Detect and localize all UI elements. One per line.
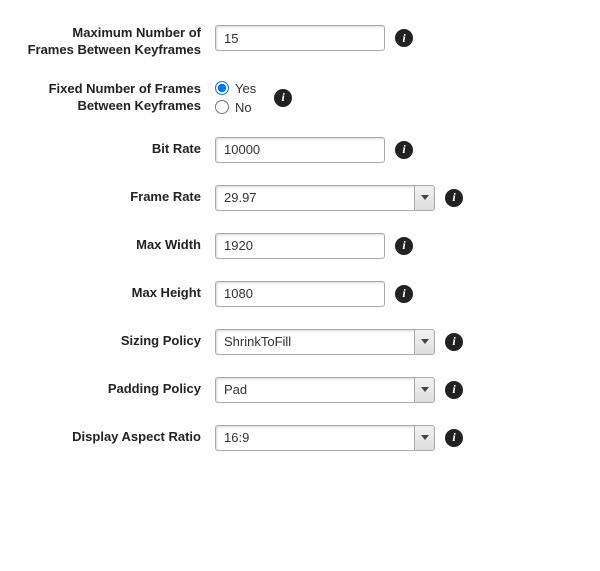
row-fixed-frames-between-keyframes: Fixed Number of Frames Between Keyframes… bbox=[25, 81, 575, 115]
info-icon[interactable]: i bbox=[445, 429, 463, 447]
select-sizing-policy[interactable] bbox=[215, 329, 435, 355]
row-max-height: Max Height i bbox=[25, 281, 575, 307]
row-sizing-policy: Sizing Policy i bbox=[25, 329, 575, 355]
row-display-aspect-ratio: Display Aspect Ratio i bbox=[25, 425, 575, 451]
info-icon[interactable]: i bbox=[445, 189, 463, 207]
select-sizing-policy-value[interactable] bbox=[215, 329, 435, 355]
input-max-height[interactable] bbox=[215, 281, 385, 307]
label-bit-rate: Bit Rate bbox=[25, 141, 215, 158]
row-max-width: Max Width i bbox=[25, 233, 575, 259]
info-icon[interactable]: i bbox=[395, 285, 413, 303]
select-display-aspect-ratio[interactable] bbox=[215, 425, 435, 451]
info-icon[interactable]: i bbox=[395, 141, 413, 159]
select-frame-rate[interactable] bbox=[215, 185, 435, 211]
radio-yes[interactable] bbox=[215, 81, 229, 95]
select-padding-policy-value[interactable] bbox=[215, 377, 435, 403]
input-bit-rate[interactable] bbox=[215, 137, 385, 163]
radio-group-fixed-frames: Yes No bbox=[215, 81, 256, 115]
info-icon[interactable]: i bbox=[445, 381, 463, 399]
select-display-aspect-ratio-value[interactable] bbox=[215, 425, 435, 451]
label-max-height: Max Height bbox=[25, 285, 215, 302]
select-padding-policy[interactable] bbox=[215, 377, 435, 403]
radio-no[interactable] bbox=[215, 100, 229, 114]
label-sizing-policy: Sizing Policy bbox=[25, 333, 215, 350]
radio-yes-label: Yes bbox=[235, 81, 256, 96]
radio-no-label: No bbox=[235, 100, 252, 115]
info-icon[interactable]: i bbox=[445, 333, 463, 351]
select-frame-rate-value[interactable] bbox=[215, 185, 435, 211]
input-max-frames-between-keyframes[interactable] bbox=[215, 25, 385, 51]
info-icon[interactable]: i bbox=[395, 29, 413, 47]
radio-option-no[interactable]: No bbox=[215, 100, 256, 115]
label-frame-rate: Frame Rate bbox=[25, 189, 215, 206]
label-max-width: Max Width bbox=[25, 237, 215, 254]
settings-form: Maximum Number of Frames Between Keyfram… bbox=[0, 0, 600, 571]
label-fixed-frames-between-keyframes: Fixed Number of Frames Between Keyframes bbox=[25, 81, 215, 115]
radio-option-yes[interactable]: Yes bbox=[215, 81, 256, 96]
input-max-width[interactable] bbox=[215, 233, 385, 259]
row-max-frames-between-keyframes: Maximum Number of Frames Between Keyfram… bbox=[25, 25, 575, 59]
row-frame-rate: Frame Rate i bbox=[25, 185, 575, 211]
info-icon[interactable]: i bbox=[274, 89, 292, 107]
info-icon[interactable]: i bbox=[395, 237, 413, 255]
row-padding-policy: Padding Policy i bbox=[25, 377, 575, 403]
label-max-frames-between-keyframes: Maximum Number of Frames Between Keyfram… bbox=[25, 25, 215, 59]
label-padding-policy: Padding Policy bbox=[25, 381, 215, 398]
row-bit-rate: Bit Rate i bbox=[25, 137, 575, 163]
label-display-aspect-ratio: Display Aspect Ratio bbox=[25, 429, 215, 446]
